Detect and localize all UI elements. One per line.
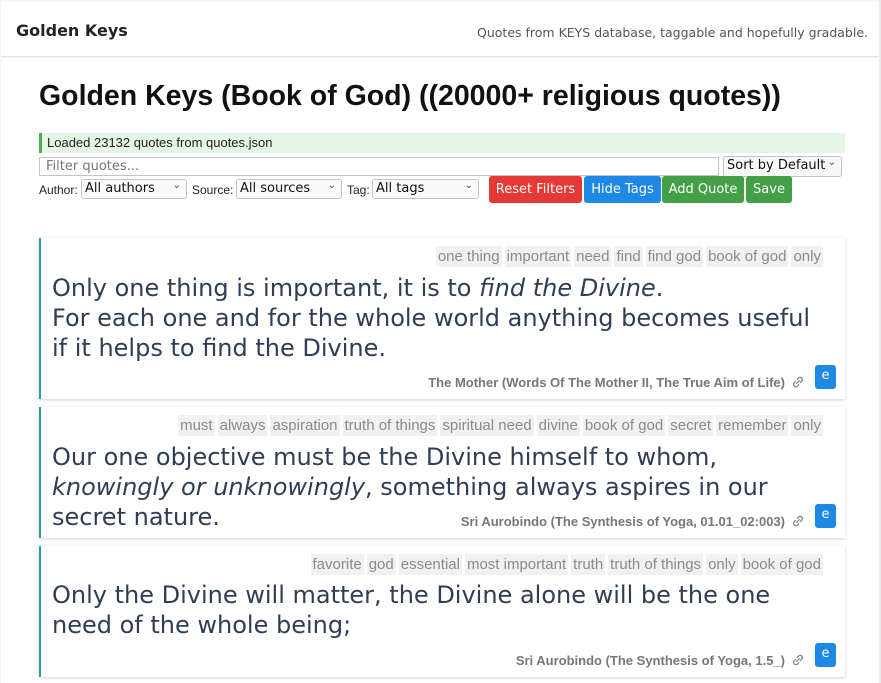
app-header: Golden Keys Quotes from KEYS database, t… <box>1 2 879 57</box>
quote-text-part: . <box>655 274 664 302</box>
tag-chip[interactable]: truth <box>571 554 606 575</box>
hide-tags-button[interactable]: Hide Tags <box>584 176 661 203</box>
author-filter-label: Author: <box>39 183 78 197</box>
quote-text: Only one thing is important, it is to fi… <box>52 273 825 363</box>
tag-chip[interactable]: aspiration <box>270 415 340 436</box>
tag-chip[interactable]: find god <box>645 246 704 267</box>
link-icon[interactable] <box>791 514 805 528</box>
filter-quotes-input[interactable] <box>39 157 719 176</box>
tag-chip[interactable]: most important <box>464 554 569 575</box>
tag-chip[interactable]: essential <box>398 554 462 575</box>
tag-chip[interactable]: secret <box>668 415 714 436</box>
tag-chip[interactable]: always <box>217 415 268 436</box>
quote-card: one thing important need find find god b… <box>39 238 845 399</box>
sort-select[interactable]: Sort by Default ⌄ <box>723 156 842 177</box>
tag-chip[interactable]: book of god <box>706 246 789 267</box>
tag-list: must always aspiration truth of things s… <box>178 415 823 436</box>
link-icon[interactable] <box>791 375 805 389</box>
reset-filters-button[interactable]: Reset Filters <box>489 176 582 203</box>
quote-attribution: The Mother (Words Of The Mother II, The … <box>428 375 785 390</box>
app-tagline: Quotes from KEYS database, taggable and … <box>477 25 868 40</box>
source-select[interactable]: All sources ⌄ <box>236 179 342 199</box>
status-message: Loaded 23132 quotes from quotes.json <box>39 133 845 153</box>
tag-select[interactable]: All tags ⌄ <box>372 179 479 199</box>
tag-chip[interactable]: need <box>574 246 612 267</box>
tag-chip[interactable]: only <box>791 246 823 267</box>
quote-emphasis: knowingly or unknowingly <box>52 473 366 501</box>
tag-chip[interactable]: find <box>614 246 643 267</box>
quote-attribution: Sri Aurobindo (The Synthesis of Yoga, 1.… <box>515 653 785 668</box>
tag-chip[interactable]: book of god <box>740 554 823 575</box>
quote-card: must always aspiration truth of things s… <box>39 407 845 538</box>
quote-attribution: Sri Aurobindo (The Synthesis of Yoga, 01… <box>460 514 785 529</box>
quote-text: Only the Divine will matter, the Divine … <box>52 581 771 639</box>
tag-chip[interactable]: one thing <box>435 246 502 267</box>
tag-chip[interactable]: must <box>178 415 215 436</box>
sort-select-value: Sort by Default <box>727 158 826 173</box>
chevron-down-icon: ⌄ <box>172 180 181 191</box>
tag-chip[interactable]: only <box>706 554 738 575</box>
tag-chip[interactable]: important <box>504 246 572 267</box>
tag-chip[interactable]: spiritual need <box>440 415 534 436</box>
tag-list: one thing important need find find god b… <box>435 246 823 267</box>
add-quote-button[interactable]: Add Quote <box>662 176 744 203</box>
tag-chip[interactable]: favorite <box>310 554 364 575</box>
page-title: Golden Keys (Book of God) ((20000+ relig… <box>39 80 781 112</box>
tag-chip[interactable]: book of god <box>582 415 666 436</box>
tag-chip[interactable]: god <box>366 554 396 575</box>
edit-quote-button[interactable]: e <box>815 365 836 389</box>
chevron-down-icon: ⌄ <box>464 180 473 191</box>
tag-chip[interactable]: remember <box>716 415 789 436</box>
link-icon[interactable] <box>791 653 805 667</box>
quote-card: favorite god essential most important tr… <box>39 546 845 677</box>
tag-chip[interactable]: divine <box>536 415 580 436</box>
chevron-down-icon: ⌄ <box>327 180 336 191</box>
save-button[interactable]: Save <box>746 176 792 203</box>
tag-list: favorite god essential most important tr… <box>310 554 823 575</box>
tag-chip[interactable]: truth of things <box>342 415 438 436</box>
chevron-down-icon: ⌄ <box>827 157 836 168</box>
main-content: Golden Keys (Book of God) ((20000+ relig… <box>1 58 879 683</box>
author-select[interactable]: All authors ⌄ <box>81 179 187 199</box>
edit-quote-button[interactable]: e <box>815 643 836 667</box>
author-select-value: All authors <box>85 181 155 196</box>
source-select-value: All sources <box>240 181 311 196</box>
tag-select-value: All tags <box>376 181 425 196</box>
edit-quote-button[interactable]: e <box>815 504 836 528</box>
tag-filter-label: Tag: <box>347 183 370 197</box>
quote-text-part: Only one thing is important, it is to <box>52 274 480 302</box>
tag-chip[interactable]: truth of things <box>608 554 704 575</box>
quote-text-part: Our one objective must be the Divine him… <box>52 443 718 471</box>
quote-text-part: For each one and for the whole world any… <box>52 304 811 362</box>
app-brand[interactable]: Golden Keys <box>16 21 128 40</box>
tag-chip[interactable]: only <box>791 415 823 436</box>
source-filter-label: Source: <box>192 183 234 197</box>
quote-emphasis: find the Divine <box>479 274 656 302</box>
